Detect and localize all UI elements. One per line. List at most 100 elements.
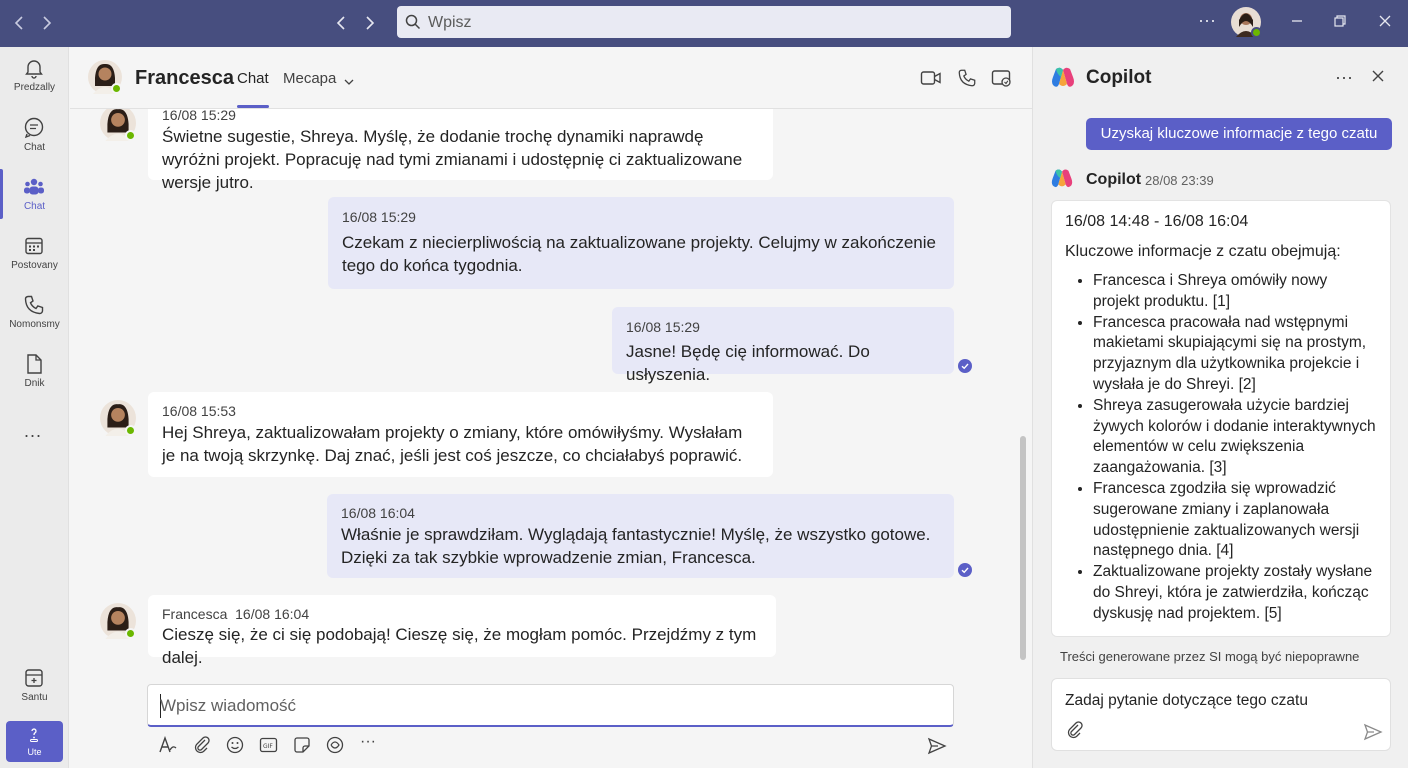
more-actions-icon[interactable]: ···	[360, 733, 376, 751]
sender-avatar[interactable]	[100, 603, 136, 639]
copilot-ask-input[interactable]: Zadaj pytanie dotyczące tego czatu	[1065, 692, 1308, 710]
message-input[interactable]: Wpisz wiadomość	[160, 696, 296, 716]
attach-icon[interactable]	[1066, 721, 1084, 744]
rail-item-calls[interactable]: Nomonsmy	[0, 286, 69, 344]
presence-available-icon	[125, 130, 136, 141]
message-bubble-outgoing[interactable]: 16/08 15:29 Czekam z niecierpliwością na…	[328, 197, 954, 289]
tab-chat[interactable]: Chat	[237, 70, 269, 87]
message-time: 16/08 15:29	[626, 319, 700, 335]
sender-avatar[interactable]	[100, 400, 136, 436]
app-rail: Predzally Chat Chat Postovany Nomonsmy D…	[0, 47, 69, 768]
minimize-icon[interactable]	[1290, 14, 1304, 33]
profile-avatar[interactable]	[1231, 7, 1262, 38]
copilot-ask-box[interactable]: Zadaj pytanie dotyczące tego czatu	[1051, 678, 1391, 751]
message-bubble-incoming[interactable]: 16/08 15:53 Hej Shreya, zaktualizowałam …	[148, 392, 773, 477]
rail-item-label: Predzally	[13, 82, 56, 93]
gif-icon[interactable]: GIF	[259, 736, 278, 759]
rail-item-teams[interactable]: Chat	[0, 168, 69, 226]
rail-item-label: Nomonsmy	[9, 319, 60, 330]
restore-icon[interactable]	[1333, 14, 1347, 33]
compose-box[interactable]: Wpisz wiadomość	[147, 684, 954, 727]
search-input[interactable]: Wpisz	[428, 14, 472, 32]
sticker-icon[interactable]	[293, 736, 311, 759]
search-icon	[405, 14, 421, 35]
close-icon[interactable]	[1371, 69, 1385, 88]
copilot-response-card: 16/08 14:48 - 16/08 16:04 Kluczowe infor…	[1051, 200, 1391, 637]
tab-mecapa[interactable]: Mecapa	[283, 70, 336, 87]
presence-available-icon	[1251, 27, 1262, 38]
calendar-icon	[23, 235, 45, 257]
more-options-icon[interactable]: ···	[1198, 11, 1216, 29]
sender-avatar[interactable]	[100, 109, 136, 141]
chat-bubble-icon	[23, 117, 45, 139]
copilot-bullet: Francesca i Shreya omówiły nowy projekt …	[1093, 271, 1378, 313]
audio-call-icon[interactable]	[957, 68, 977, 93]
rail-item-label: Dnik	[24, 378, 45, 389]
rail-more-apps[interactable]: ...	[24, 421, 42, 442]
people-icon	[23, 176, 45, 198]
copilot-bullet: Zaktualizowane projekty zostały wysłane …	[1093, 562, 1378, 624]
store-icon	[23, 667, 45, 689]
history-forward-icon[interactable]	[363, 15, 377, 35]
read-receipt-icon	[958, 563, 972, 577]
message-text: Hej Shreya, zaktualizowałam projekty o z…	[162, 423, 743, 465]
copilot-more-icon[interactable]: ···	[1335, 67, 1353, 88]
rail-item-activity[interactable]: Predzally	[0, 49, 69, 107]
chat-header: Francesca Chat Mecapa	[70, 47, 1032, 109]
loop-icon[interactable]	[326, 736, 344, 759]
message-bubble-incoming[interactable]: Francesca 16/08 16:04 Cieszę się, że ci …	[148, 595, 776, 667]
message-bubble-outgoing[interactable]: 16/08 16:04 Właśnie je sprawdziłam. Wygl…	[327, 494, 954, 578]
chat-scrollbar[interactable]	[1020, 436, 1026, 660]
message-time: 16/08 15:29	[162, 109, 236, 123]
tab-active-indicator	[237, 105, 269, 108]
message-bubble-incoming[interactable]: 16/08 15:29 Świetne sugestie, Shreya. My…	[148, 109, 773, 192]
forward-arrow-icon[interactable]	[40, 15, 54, 35]
rail-help-label: Ute	[27, 747, 42, 757]
close-window-icon[interactable]	[1378, 14, 1392, 33]
format-icon[interactable]	[158, 735, 178, 759]
video-call-icon[interactable]	[920, 68, 942, 93]
message-sender: Francesca	[162, 606, 228, 622]
message-time: 16/08 16:04	[341, 505, 415, 521]
send-icon[interactable]	[927, 737, 947, 760]
message-time: 16/08 15:53	[162, 403, 236, 419]
back-arrow-icon[interactable]	[12, 15, 26, 35]
emoji-icon[interactable]	[226, 736, 244, 759]
contact-avatar[interactable]	[88, 60, 122, 94]
search-box[interactable]: Wpisz	[397, 6, 1011, 38]
chevron-down-icon[interactable]	[343, 74, 355, 92]
copilot-pane: Copilot ··· Uzyskaj kluczowe informacje …	[1032, 47, 1408, 768]
message-text: Świetne sugestie, Shreya. Myślę, że doda…	[162, 127, 743, 192]
message-time: 16/08 16:04	[235, 606, 310, 622]
copilot-bullet-list: Francesca i Shreya omówiły nowy projekt …	[1065, 271, 1378, 625]
message-text: Właśnie je sprawdziłam. Wyglądają fantas…	[341, 525, 931, 567]
screen-share-icon[interactable]	[991, 68, 1013, 93]
file-icon	[23, 353, 45, 375]
copilot-suggestion-button[interactable]: Uzyskaj kluczowe informacje z tego czatu	[1086, 118, 1392, 150]
copilot-response-time: 28/08 23:39	[1145, 173, 1214, 188]
rail-item-calendar[interactable]: Postovany	[0, 227, 69, 285]
attach-icon[interactable]	[193, 736, 211, 759]
presence-available-icon	[111, 83, 122, 94]
rail-help-button[interactable]: Ute	[6, 721, 63, 762]
rail-item-files[interactable]: Dnik	[0, 345, 69, 403]
rail-item-label: Santu	[21, 692, 48, 703]
help-icon	[26, 727, 42, 748]
copilot-bullet: Shreya zasugerowała użycie bardziej żywy…	[1093, 396, 1378, 479]
copilot-title: Copilot	[1086, 67, 1152, 88]
ai-disclaimer: Treści generowane przez SI mogą być niep…	[1060, 649, 1360, 664]
rail-item-chat[interactable]: Chat	[0, 109, 69, 167]
copilot-logo-icon	[1050, 65, 1076, 91]
svg-text:GIF: GIF	[263, 743, 273, 750]
copilot-response-author: Copilot	[1086, 171, 1142, 188]
phone-icon	[23, 294, 45, 316]
copilot-logo-icon	[1050, 167, 1074, 191]
history-back-icon[interactable]	[334, 15, 348, 35]
presence-available-icon	[125, 628, 136, 639]
read-receipt-icon	[958, 359, 972, 373]
contact-name: Francesca	[135, 67, 234, 89]
rail-item-store[interactable]: Santu	[0, 659, 69, 717]
send-icon[interactable]	[1363, 723, 1383, 746]
message-bubble-outgoing[interactable]: 16/08 15:29 Jasne! Będę cię informować. …	[612, 307, 954, 384]
copilot-bullet: Francesca pracowała nad wstępnymi makiet…	[1093, 313, 1378, 396]
